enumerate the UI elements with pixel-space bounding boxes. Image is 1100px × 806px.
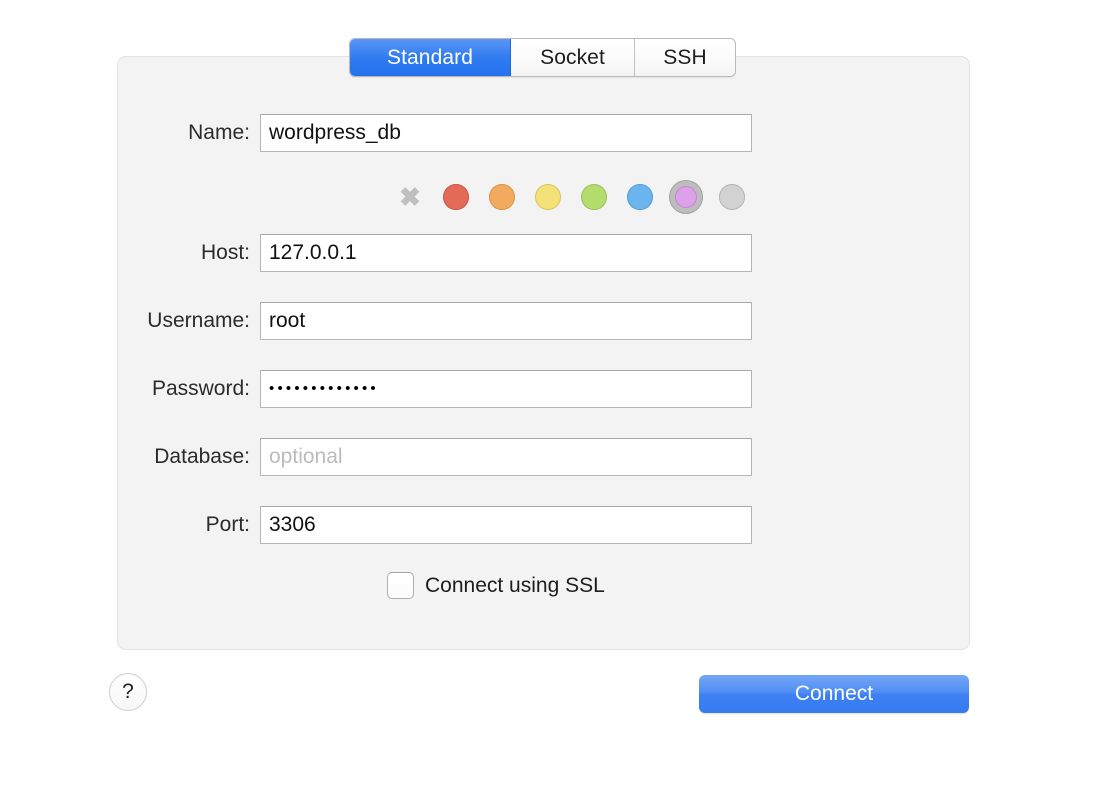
tab-standard[interactable]: Standard	[350, 39, 511, 76]
swatch-dot	[443, 184, 469, 210]
tab-socket[interactable]: Socket	[511, 39, 635, 76]
name-input[interactable]	[260, 114, 752, 152]
field-row-host: Host:	[0, 234, 1100, 272]
swatch-dot	[675, 186, 697, 208]
field-row-name: Name:	[0, 114, 1100, 152]
connect-using-ssl-checkbox[interactable]	[387, 572, 414, 599]
field-row-password: Password: •••••••••••••	[0, 370, 1100, 408]
port-input[interactable]	[260, 506, 752, 544]
password-input[interactable]: •••••••••••••	[260, 370, 752, 408]
color-swatch-row[interactable]: ✖	[393, 180, 749, 214]
color-swatch-red[interactable]	[439, 180, 473, 214]
ssl-checkbox-row[interactable]: Connect using SSL	[387, 572, 605, 599]
field-row-username: Username:	[0, 302, 1100, 340]
password-label: Password:	[0, 377, 260, 401]
help-button[interactable]: ?	[109, 673, 147, 711]
connect-button[interactable]: Connect	[699, 675, 969, 713]
swatch-dot	[489, 184, 515, 210]
color-swatch-gray[interactable]	[715, 180, 749, 214]
database-input[interactable]	[260, 438, 752, 476]
color-swatch-blue[interactable]	[623, 180, 657, 214]
swatch-dot	[719, 184, 745, 210]
swatch-dot	[627, 184, 653, 210]
connect-using-ssl-label: Connect using SSL	[425, 574, 605, 598]
host-input[interactable]	[260, 234, 752, 272]
username-input[interactable]	[260, 302, 752, 340]
field-row-database: Database:	[0, 438, 1100, 476]
username-label: Username:	[0, 309, 260, 333]
color-swatch-purple[interactable]	[669, 180, 703, 214]
swatch-dot	[581, 184, 607, 210]
port-label: Port:	[0, 513, 260, 537]
database-label: Database:	[0, 445, 260, 469]
color-swatch-green[interactable]	[577, 180, 611, 214]
name-label: Name:	[0, 121, 260, 145]
tab-ssh[interactable]: SSH	[635, 39, 735, 76]
color-swatch-yellow[interactable]	[531, 180, 565, 214]
field-row-port: Port:	[0, 506, 1100, 544]
connection-type-tabs[interactable]: Standard Socket SSH	[349, 38, 736, 77]
host-label: Host:	[0, 241, 260, 265]
close-x-icon[interactable]: ✖	[393, 180, 427, 214]
color-swatch-orange[interactable]	[485, 180, 519, 214]
swatch-dot	[535, 184, 561, 210]
